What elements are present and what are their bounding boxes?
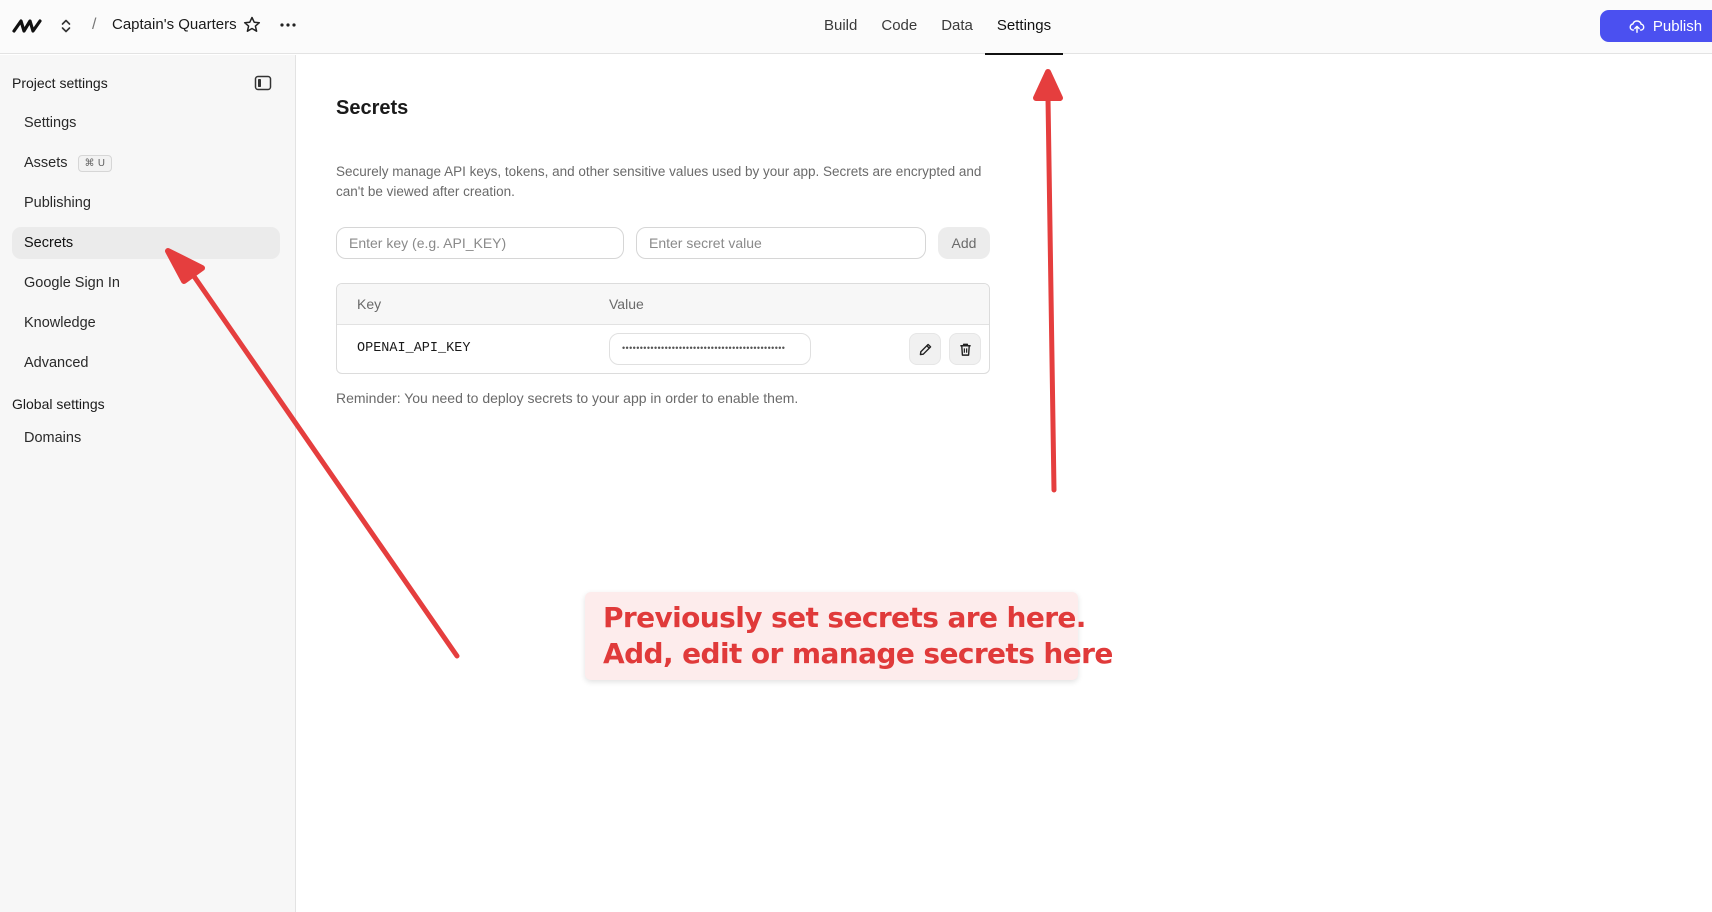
annotation-line-2: Add, edit or manage secrets here xyxy=(603,637,1113,670)
project-name[interactable]: Captain's Quarters xyxy=(112,16,237,33)
tab-build[interactable]: Build xyxy=(812,0,869,54)
secrets-table: Key Value OPENAI_API_KEY •••••••••••••••… xyxy=(336,283,990,374)
sidebar-item-label: Settings xyxy=(24,115,77,131)
cloud-upload-icon xyxy=(1629,20,1645,34)
secret-key-input[interactable] xyxy=(336,227,624,259)
tab-code[interactable]: Code xyxy=(869,0,929,54)
secret-key-cell: OPENAI_API_KEY xyxy=(357,341,471,356)
edit-secret-button[interactable] xyxy=(909,333,941,365)
deploy-reminder: Reminder: You need to deploy secrets to … xyxy=(336,390,799,406)
sidebar-item-label: Knowledge xyxy=(24,315,96,331)
sidebar-item-knowledge[interactable]: Knowledge xyxy=(12,307,280,339)
sidebar-item-label: Domains xyxy=(24,430,82,446)
secrets-description: Securely manage API keys, tokens, and ot… xyxy=(336,164,982,199)
keyboard-shortcut-badge: ⌘ U xyxy=(77,154,113,172)
pencil-icon xyxy=(919,343,931,355)
chevron-up-down-icon[interactable] xyxy=(58,16,74,36)
main-tabs: Build Code Data Settings xyxy=(812,0,1064,55)
publish-button[interactable]: Publish xyxy=(1600,10,1712,42)
sidebar-item-label: Secrets xyxy=(24,235,74,251)
sidebar-item-label: Google Sign In xyxy=(24,275,120,291)
table-header: Key Value xyxy=(337,284,989,325)
masked-secret-value: ••••••••••••••••••••••••••••••••••••••••… xyxy=(609,333,811,365)
sidebar-item-label: Assets xyxy=(24,155,68,171)
table-row: OPENAI_API_KEY •••••••••••••••••••••••••… xyxy=(337,325,989,373)
star-icon[interactable] xyxy=(242,15,262,35)
column-header-key: Key xyxy=(357,296,382,312)
annotation-callout: Previously set secrets are here. Add, ed… xyxy=(585,592,1113,680)
global-settings-heading: Global settings xyxy=(12,396,105,412)
add-secret-button[interactable]: Add xyxy=(938,227,990,259)
sidebar-toggle-icon[interactable] xyxy=(254,74,272,92)
trash-icon xyxy=(959,343,971,356)
top-bar: / Captain's Quarters Build Code Data Set… xyxy=(0,0,1712,55)
page-title: Secrets xyxy=(336,97,409,119)
sidebar-item-publishing[interactable]: Publishing xyxy=(12,187,280,219)
delete-secret-button[interactable] xyxy=(949,333,981,365)
more-options-icon[interactable] xyxy=(278,15,298,35)
annotation-line-1: Previously set secrets are here. xyxy=(603,601,1086,634)
breadcrumb-separator: / xyxy=(92,16,97,33)
settings-sidebar: Project settings Settings Assets ⌘ U Pub… xyxy=(0,55,296,912)
sidebar-item-google-sign-in[interactable]: Google Sign In xyxy=(12,267,280,299)
arrow-to-settings-tab xyxy=(1033,69,1063,493)
sidebar-item-settings[interactable]: Settings xyxy=(12,107,280,139)
tab-data[interactable]: Data xyxy=(929,0,985,54)
sidebar-item-advanced[interactable]: Advanced xyxy=(12,347,280,379)
tab-settings[interactable]: Settings xyxy=(984,0,1064,55)
publish-label: Publish xyxy=(1652,17,1703,35)
secret-value-input[interactable] xyxy=(636,227,926,259)
sidebar-item-assets[interactable]: Assets ⌘ U xyxy=(12,147,280,179)
sidebar-item-label: Publishing xyxy=(24,195,91,211)
sidebar-item-secrets[interactable]: Secrets xyxy=(12,227,280,259)
project-settings-heading: Project settings xyxy=(12,75,108,91)
app-logo-icon[interactable] xyxy=(12,16,44,36)
sidebar-item-domains[interactable]: Domains xyxy=(12,422,280,454)
column-header-value: Value xyxy=(609,296,644,312)
sidebar-item-label: Advanced xyxy=(24,355,89,371)
